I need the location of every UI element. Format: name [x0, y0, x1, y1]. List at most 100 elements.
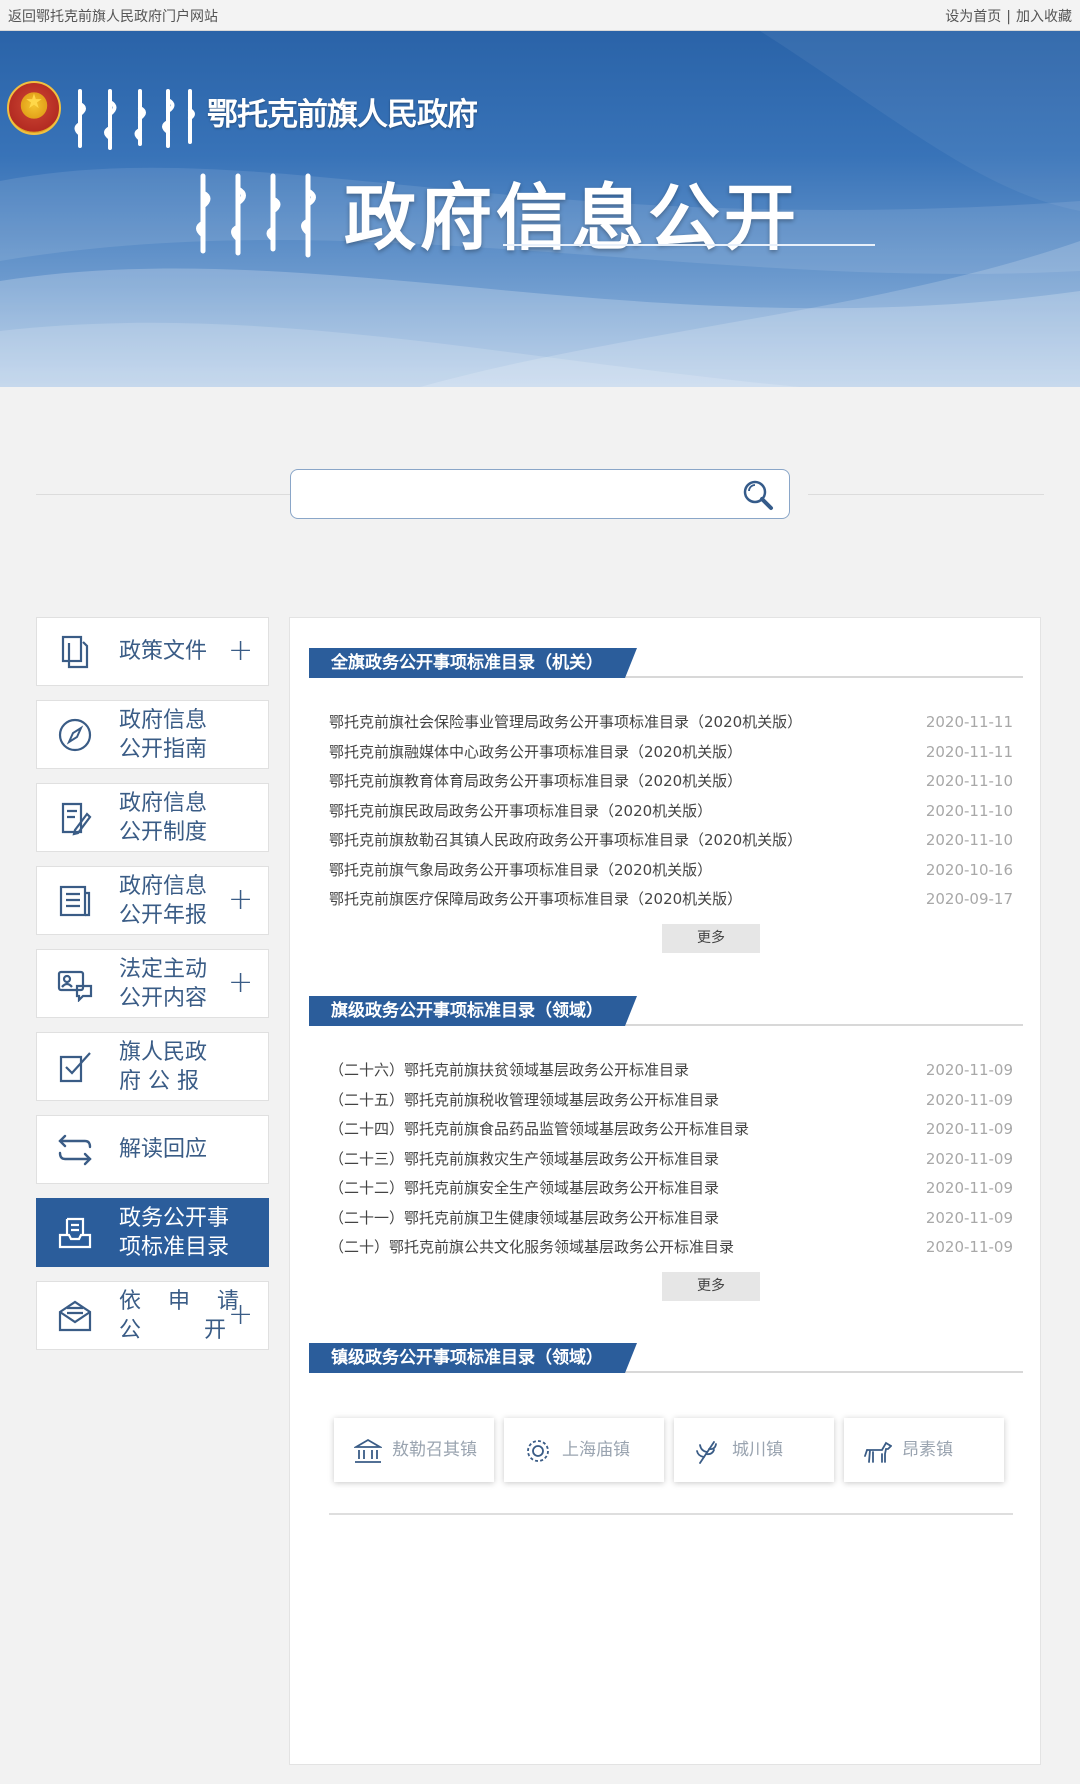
wheat-icon	[696, 1441, 717, 1464]
list-item[interactable]: 鄂托克前旗气象局政务公开事项标准目录（2020机关版） 2020-10-16	[329, 856, 1013, 886]
section-title[interactable]: 旗级政务公开事项标准目录（领域）	[309, 996, 637, 1026]
list-item[interactable]: 鄂托克前旗融媒体中心政务公开事项标准目录（2020机关版） 2020-11-11	[329, 738, 1013, 768]
item-date: 2020-11-11	[925, 742, 1013, 761]
sidebar-item-label-line2: 公开制度	[119, 820, 208, 845]
town-label: 敖勒召其镇	[392, 1440, 477, 1460]
item-title[interactable]: 鄂托克前旗融媒体中心政务公开事项标准目录（2020机关版）	[329, 738, 742, 768]
header-banner: ★ 鄂托克前旗人民政府 政府信息公开	[0, 31, 1080, 387]
item-title[interactable]: 鄂托克前旗气象局政务公开事项标准目录（2020机关版）	[329, 856, 712, 886]
list-item[interactable]: （二十六）鄂托克前旗扶贫领域基层政务公开标准目录 2020-11-09	[329, 1056, 1013, 1086]
search-divider-left	[36, 494, 290, 495]
government-building-icon	[354, 1438, 382, 1463]
sidebar-item-policy-files[interactable]: 政策文件 +	[36, 617, 269, 686]
sidebar-item-statutory-content[interactable]: 法定主动 公开内容 +	[36, 949, 269, 1018]
item-date: 2020-11-09	[925, 1179, 1013, 1197]
item-date: 2020-11-09	[925, 1208, 1013, 1227]
list-item[interactable]: （二十二）鄂托克前旗安全生产领域基层政务公开标准目录 2020-11-09	[329, 1174, 1013, 1204]
section-header-banner-level: 旗级政务公开事项标准目录（领域）	[309, 996, 1023, 1026]
item-date: 2020-11-09	[925, 1120, 1013, 1138]
list-item[interactable]: 鄂托克前旗民政局政务公开事项标准目录（2020机关版） 2020-11-10	[329, 797, 1013, 827]
sidebar-item-standard-catalog[interactable]: 政务公开事 项标准目录	[36, 1198, 269, 1267]
item-title[interactable]: （二十三）鄂托克前旗救灾生产领域基层政务公开标准目录	[329, 1145, 719, 1175]
sidebar-item-label-line1: 旗人民政	[119, 1040, 208, 1065]
list-item[interactable]: （二十三）鄂托克前旗救灾生产领域基层政务公开标准目录 2020-11-09	[329, 1145, 1013, 1175]
list-item[interactable]: 鄂托克前旗医疗保障局政务公开事项标准目录（2020机关版） 2020-09-17	[329, 885, 1013, 915]
section-bottom-divider	[329, 1513, 1013, 1515]
list-item[interactable]: 鄂托克前旗教育体育局政务公开事项标准目录（2020机关版） 2020-11-10	[329, 767, 1013, 797]
item-title[interactable]: （二十一）鄂托克前旗卫生健康领域基层政务公开标准目录	[329, 1204, 719, 1234]
compass-icon	[58, 718, 92, 752]
list-item[interactable]: （二十四）鄂托克前旗食品药品监管领域基层政务公开标准目录 2020-11-09	[329, 1115, 1013, 1145]
sidebar-item-label-line1: 政府信息	[119, 791, 208, 816]
item-title[interactable]: 鄂托克前旗社会保险事业管理局政务公开事项标准目录（2020机关版）	[329, 708, 802, 738]
search-icon[interactable]	[741, 478, 775, 512]
item-title[interactable]: （二十四）鄂托克前旗食品药品监管领域基层政务公开标准目录	[329, 1115, 749, 1145]
item-title[interactable]: （二十六）鄂托克前旗扶贫领域基层政务公开标准目录	[329, 1056, 689, 1086]
item-date: 2020-10-16	[925, 860, 1013, 879]
town-button-chengchuan[interactable]: 城川镇	[674, 1418, 834, 1482]
list-item[interactable]: （二十五）鄂托克前旗税收管理领域基层政务公开标准目录 2020-11-09	[329, 1086, 1013, 1116]
item-title[interactable]: 鄂托克前旗敖勒召其镇人民政府政务公开事项标准目录（2020机关版）	[329, 826, 802, 856]
national-emblem-icon: ★	[7, 81, 61, 135]
expand-plus-icon[interactable]: +	[228, 636, 253, 666]
sidebar-item-apply-disclosure[interactable]: 依 申 请 公 开 +	[36, 1281, 269, 1350]
search-input[interactable]	[290, 469, 790, 519]
list-item[interactable]: 鄂托克前旗敖勒召其镇人民政府政务公开事项标准目录（2020机关版） 2020-11…	[329, 826, 1013, 856]
section-title[interactable]: 全旗政务公开事项标准目录（机关）	[309, 648, 637, 678]
item-date: 2020-11-09	[925, 1238, 1013, 1256]
town-button-shanghaimiao[interactable]: 上海庙镇	[504, 1418, 664, 1482]
title-underline	[503, 244, 875, 246]
horse-icon	[864, 1441, 892, 1463]
set-home-link[interactable]: 设为首页	[945, 9, 1001, 25]
sidebar-item-interpretation-response[interactable]: 解读回应	[36, 1115, 269, 1184]
item-title[interactable]: 鄂托克前旗教育体育局政务公开事项标准目录（2020机关版）	[329, 767, 742, 797]
item-title[interactable]: （二十）鄂托克前旗公共文化服务领域基层政务公开标准目录	[329, 1233, 734, 1263]
town-label: 城川镇	[732, 1440, 783, 1460]
sidebar-item-label: 政策文件	[119, 639, 208, 664]
expand-plus-icon[interactable]: +	[228, 968, 253, 998]
item-title[interactable]: 鄂托克前旗民政局政务公开事项标准目录（2020机关版）	[329, 797, 712, 827]
more-button[interactable]: 更多	[662, 1272, 760, 1301]
sidebar-item-government-gazette[interactable]: 旗人民政 府 公 报	[36, 1032, 269, 1101]
sidebar-item-label-line1: 法定主动	[119, 957, 208, 982]
item-date: 2020-11-10	[925, 801, 1013, 820]
section-title[interactable]: 镇级政务公开事项标准目录（领域）	[309, 1343, 637, 1373]
town-buttons: 敖勒召其镇 上海庙镇 城川镇 昂素镇	[334, 1418, 1004, 1484]
item-title[interactable]: 鄂托克前旗医疗保障局政务公开事项标准目录（2020机关版）	[329, 885, 742, 915]
list-item[interactable]: 鄂托克前旗社会保险事业管理局政务公开事项标准目录（2020机关版） 2020-11…	[329, 708, 1013, 738]
page-title: 政府信息公开	[344, 176, 801, 260]
top-bar-right-links: 设为首页 | 加入收藏	[945, 6, 1072, 26]
sidebar-item-label-line1: 政务公开事	[119, 1206, 230, 1231]
file-tray-icon	[58, 1217, 92, 1249]
search-divider-right	[808, 494, 1044, 495]
list-item[interactable]: （二十）鄂托克前旗公共文化服务领域基层政务公开标准目录 2020-11-09	[329, 1233, 1013, 1263]
mongolian-script-small-logo	[74, 89, 195, 150]
sidebar-item-annual-report[interactable]: 政府信息 公开年报 +	[36, 866, 269, 935]
item-date: 2020-11-11	[925, 713, 1013, 731]
sidebar-item-disclosure-guide[interactable]: 政府信息 公开指南	[36, 700, 269, 769]
item-date: 2020-11-09	[925, 1061, 1013, 1079]
item-title[interactable]: （二十五）鄂托克前旗税收管理领域基层政务公开标准目录	[329, 1086, 719, 1116]
section-header-town-level: 镇级政务公开事项标准目录（领域）	[309, 1343, 1023, 1373]
top-bar: 返回鄂托克前旗人民政府门户网站 设为首页 | 加入收藏	[0, 0, 1080, 31]
expand-plus-icon[interactable]: +	[228, 1300, 253, 1330]
sidebar-item-disclosure-system[interactable]: 政府信息 公开制度	[36, 783, 269, 852]
expand-plus-icon[interactable]: +	[228, 885, 253, 915]
back-to-portal-link[interactable]: 返回鄂托克前旗人民政府门户网站	[8, 6, 218, 26]
more-button[interactable]: 更多	[662, 924, 760, 953]
add-favorite-link[interactable]: 加入收藏	[1016, 9, 1072, 25]
item-title[interactable]: （二十二）鄂托克前旗安全生产领域基层政务公开标准目录	[329, 1174, 719, 1204]
town-button-aoleizhaoqi[interactable]: 敖勒召其镇	[334, 1418, 494, 1482]
town-button-angsu[interactable]: 昂素镇	[844, 1418, 1004, 1482]
search-section	[0, 387, 1080, 597]
sidebar-item-label-line2: 公开内容	[119, 986, 208, 1011]
section-header-agencies: 全旗政务公开事项标准目录（机关）	[309, 648, 1023, 678]
id-card-chat-icon	[57, 970, 93, 1002]
sidebar-item-label-line2: 府 公 报	[119, 1069, 199, 1094]
gear-flower-icon	[527, 1440, 549, 1462]
mongolian-script-title	[196, 173, 316, 258]
town-label: 上海庙镇	[562, 1440, 630, 1460]
list-item[interactable]: （二十一）鄂托克前旗卫生健康领域基层政务公开标准目录 2020-11-09	[329, 1204, 1013, 1234]
edit-document-icon	[61, 802, 92, 836]
town-label: 昂素镇	[902, 1440, 953, 1460]
